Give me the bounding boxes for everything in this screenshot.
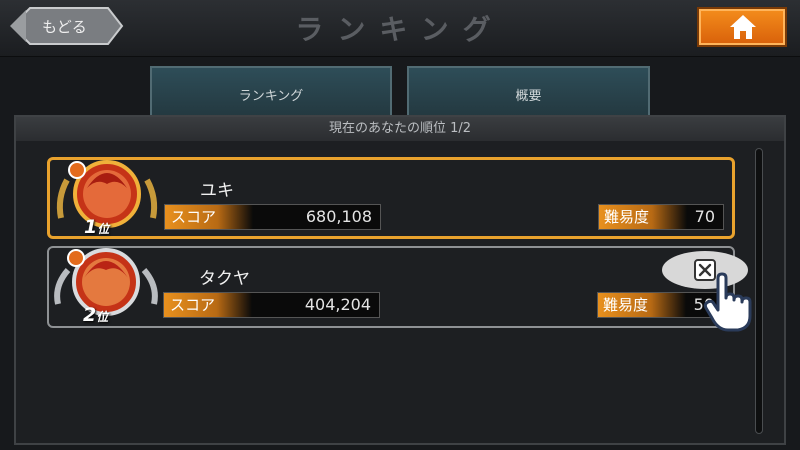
ranking-row-1[interactable]: 1位 ユキ スコア 680,108 難易度 70 xyxy=(47,157,735,239)
ranking-row-2[interactable]: 2位 タクヤ スコア 404,204 難易度 50 xyxy=(47,246,735,328)
score-value: 680,108 xyxy=(305,207,372,226)
header-bar: もどる ランキング xyxy=(0,0,800,57)
difficulty-label: 難易度 xyxy=(598,293,686,317)
home-button[interactable] xyxy=(697,7,787,47)
rank-label: 2位 xyxy=(83,304,109,326)
player-name: タクヤ xyxy=(199,269,250,289)
tab-overview[interactable]: 概要 xyxy=(407,66,650,118)
score-box: スコア 680,108 xyxy=(164,204,381,230)
page-title: ランキング xyxy=(295,13,505,46)
difficulty-value: 70 xyxy=(694,207,715,226)
current-rank-caption: 現在のあなたの順位 1/2 xyxy=(16,117,784,141)
score-label: スコア xyxy=(165,205,253,229)
home-icon xyxy=(730,15,756,39)
rank-label: 1位 xyxy=(84,216,110,238)
player-name: ユキ xyxy=(200,181,234,201)
score-value: 404,204 xyxy=(304,295,371,314)
score-box: スコア 404,204 xyxy=(163,292,380,318)
difficulty-box: 難易度 70 xyxy=(598,204,724,230)
score-label: スコア xyxy=(164,293,252,317)
hand-pointer-icon xyxy=(703,272,752,332)
tab-ranking[interactable]: ランキング xyxy=(150,66,392,118)
difficulty-label: 難易度 xyxy=(599,205,687,229)
